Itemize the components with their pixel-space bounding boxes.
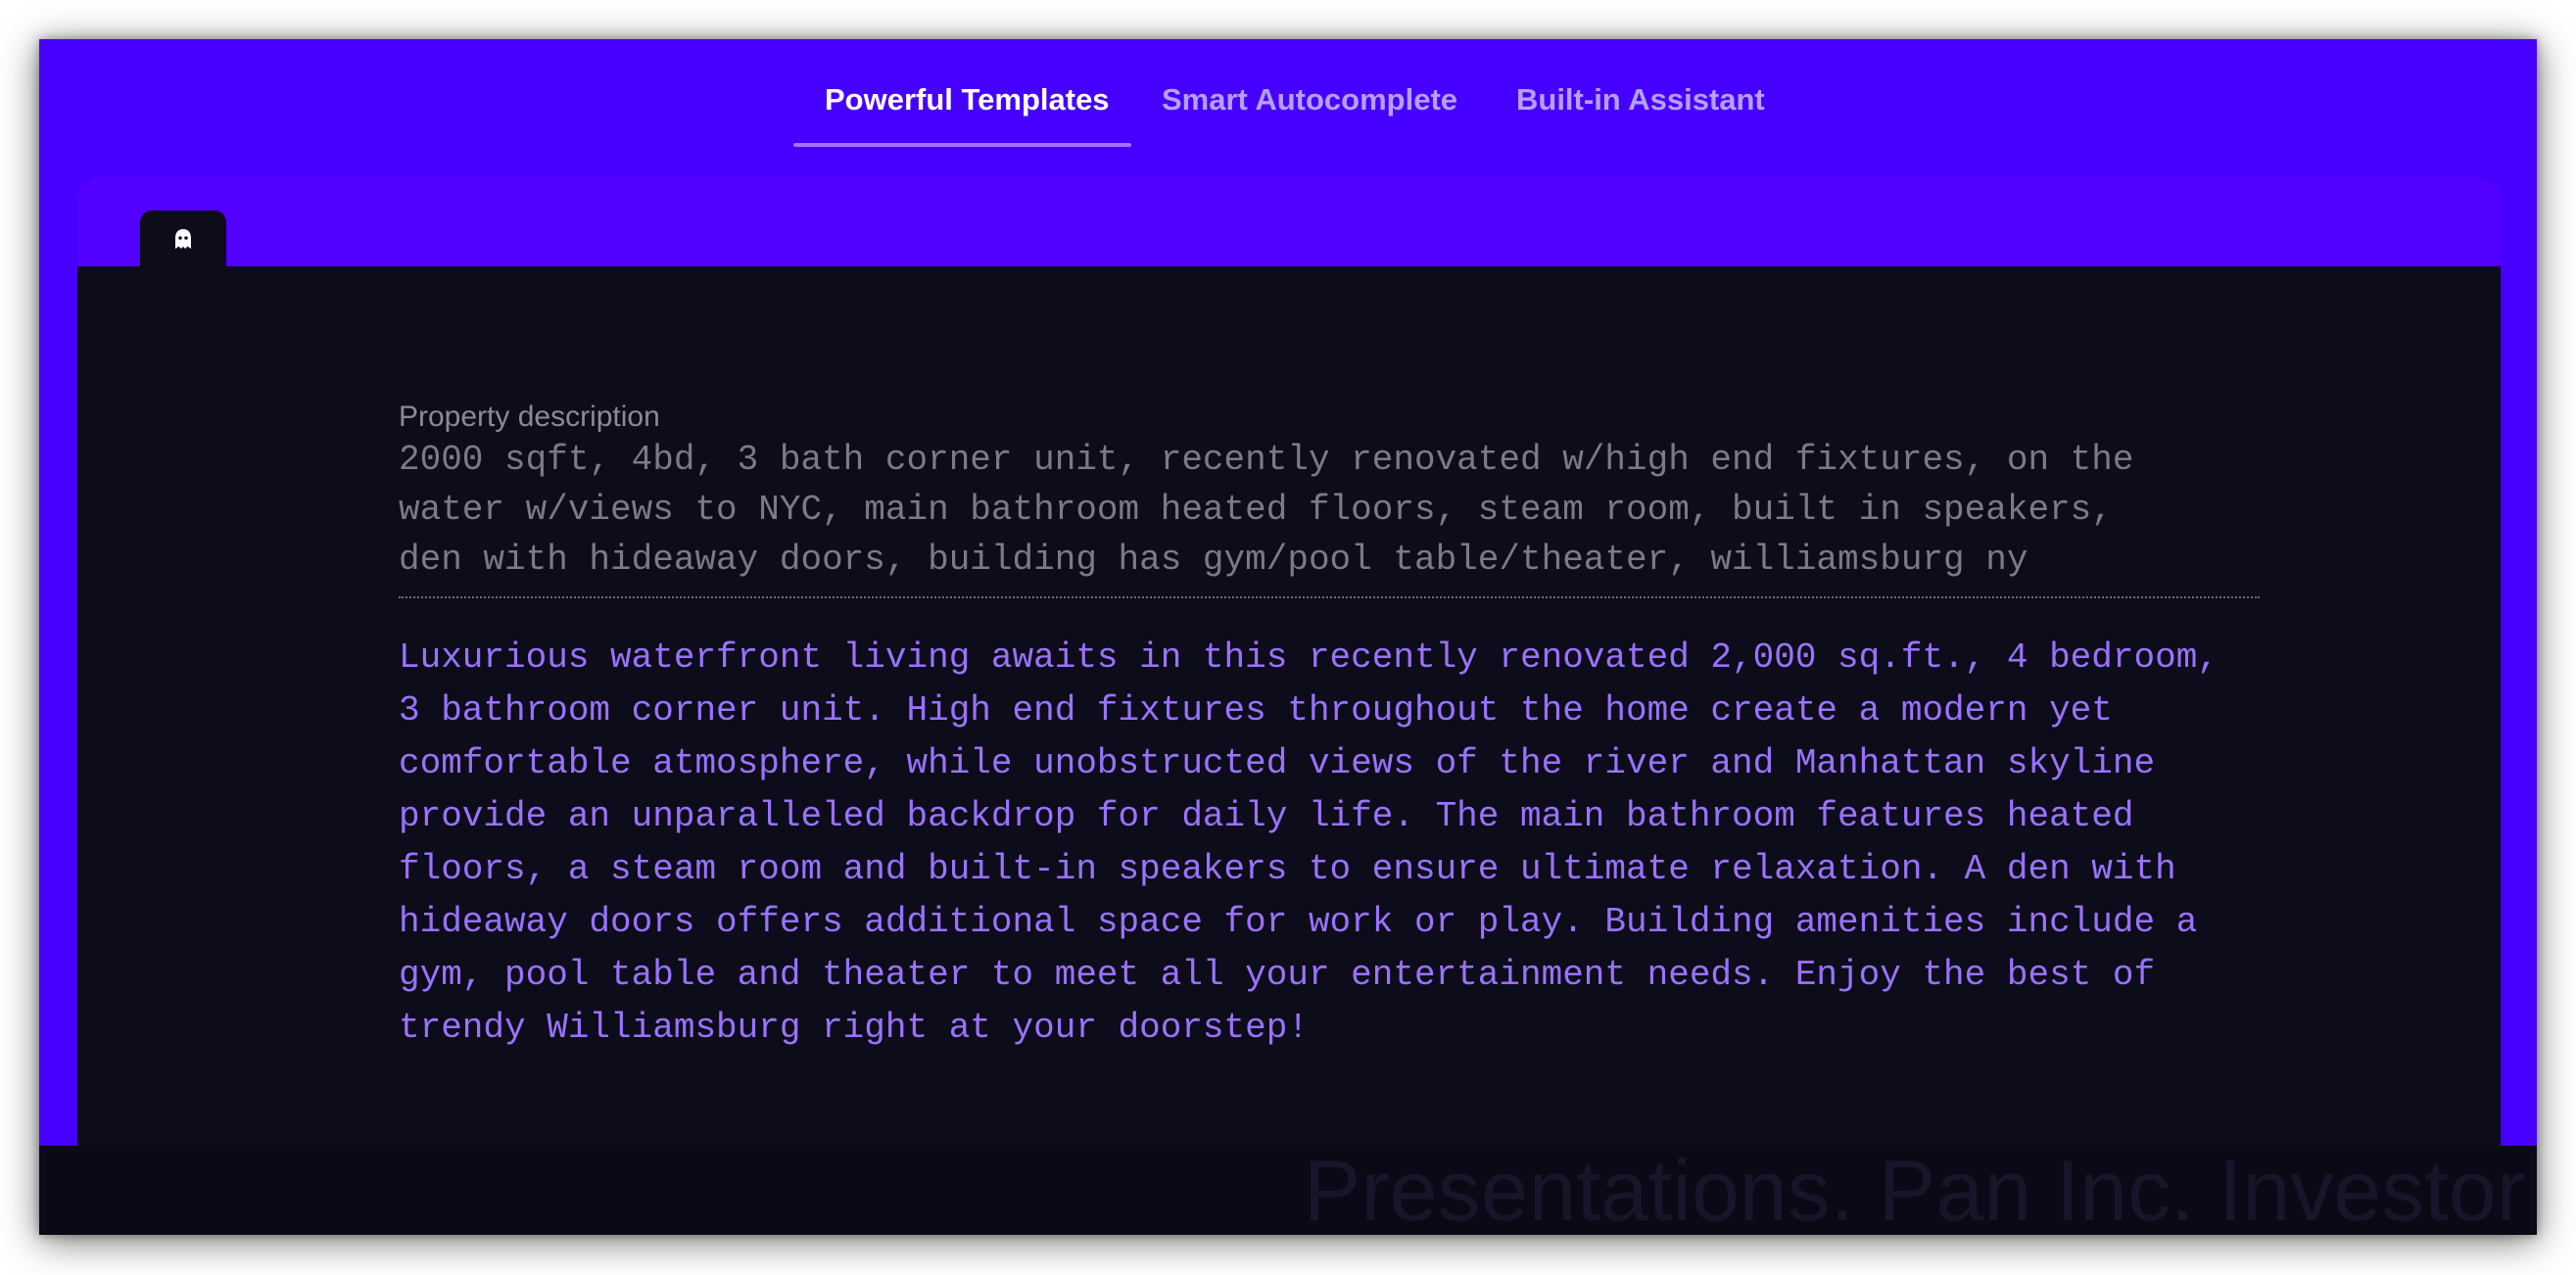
property-description-label: Property description [399,401,660,433]
tab-smart-autocomplete[interactable]: Smart Autocomplete [1162,82,1457,118]
feature-tabs: Powerful Templates Smart Autocomplete Bu… [39,39,2537,157]
editor-tab[interactable] [140,211,226,266]
bottom-heading: Presentations. Pan Inc. Investor [1303,1146,2525,1235]
ghost-icon [175,228,191,249]
bottom-section: Presentations. Pan Inc. Investor [39,1146,2537,1235]
generated-description: Luxurious waterfront living awaits in th… [399,638,2218,1048]
tab-built-in-assistant[interactable]: Built-in Assistant [1516,82,1765,118]
editor-header [77,176,2501,266]
editor-content: Property description 2000 sqft, 4bd, 3 b… [399,400,2260,1055]
tab-powerful-templates[interactable]: Powerful Templates [825,82,1110,118]
property-description-input[interactable]: 2000 sqft, 4bd, 3 bath corner unit, rece… [399,435,2260,598]
active-tab-indicator [793,143,1131,147]
editor-panel: Property description 2000 sqft, 4bd, 3 b… [77,176,2501,1235]
app-window: Powerful Templates Smart Autocomplete Bu… [39,39,2537,1235]
